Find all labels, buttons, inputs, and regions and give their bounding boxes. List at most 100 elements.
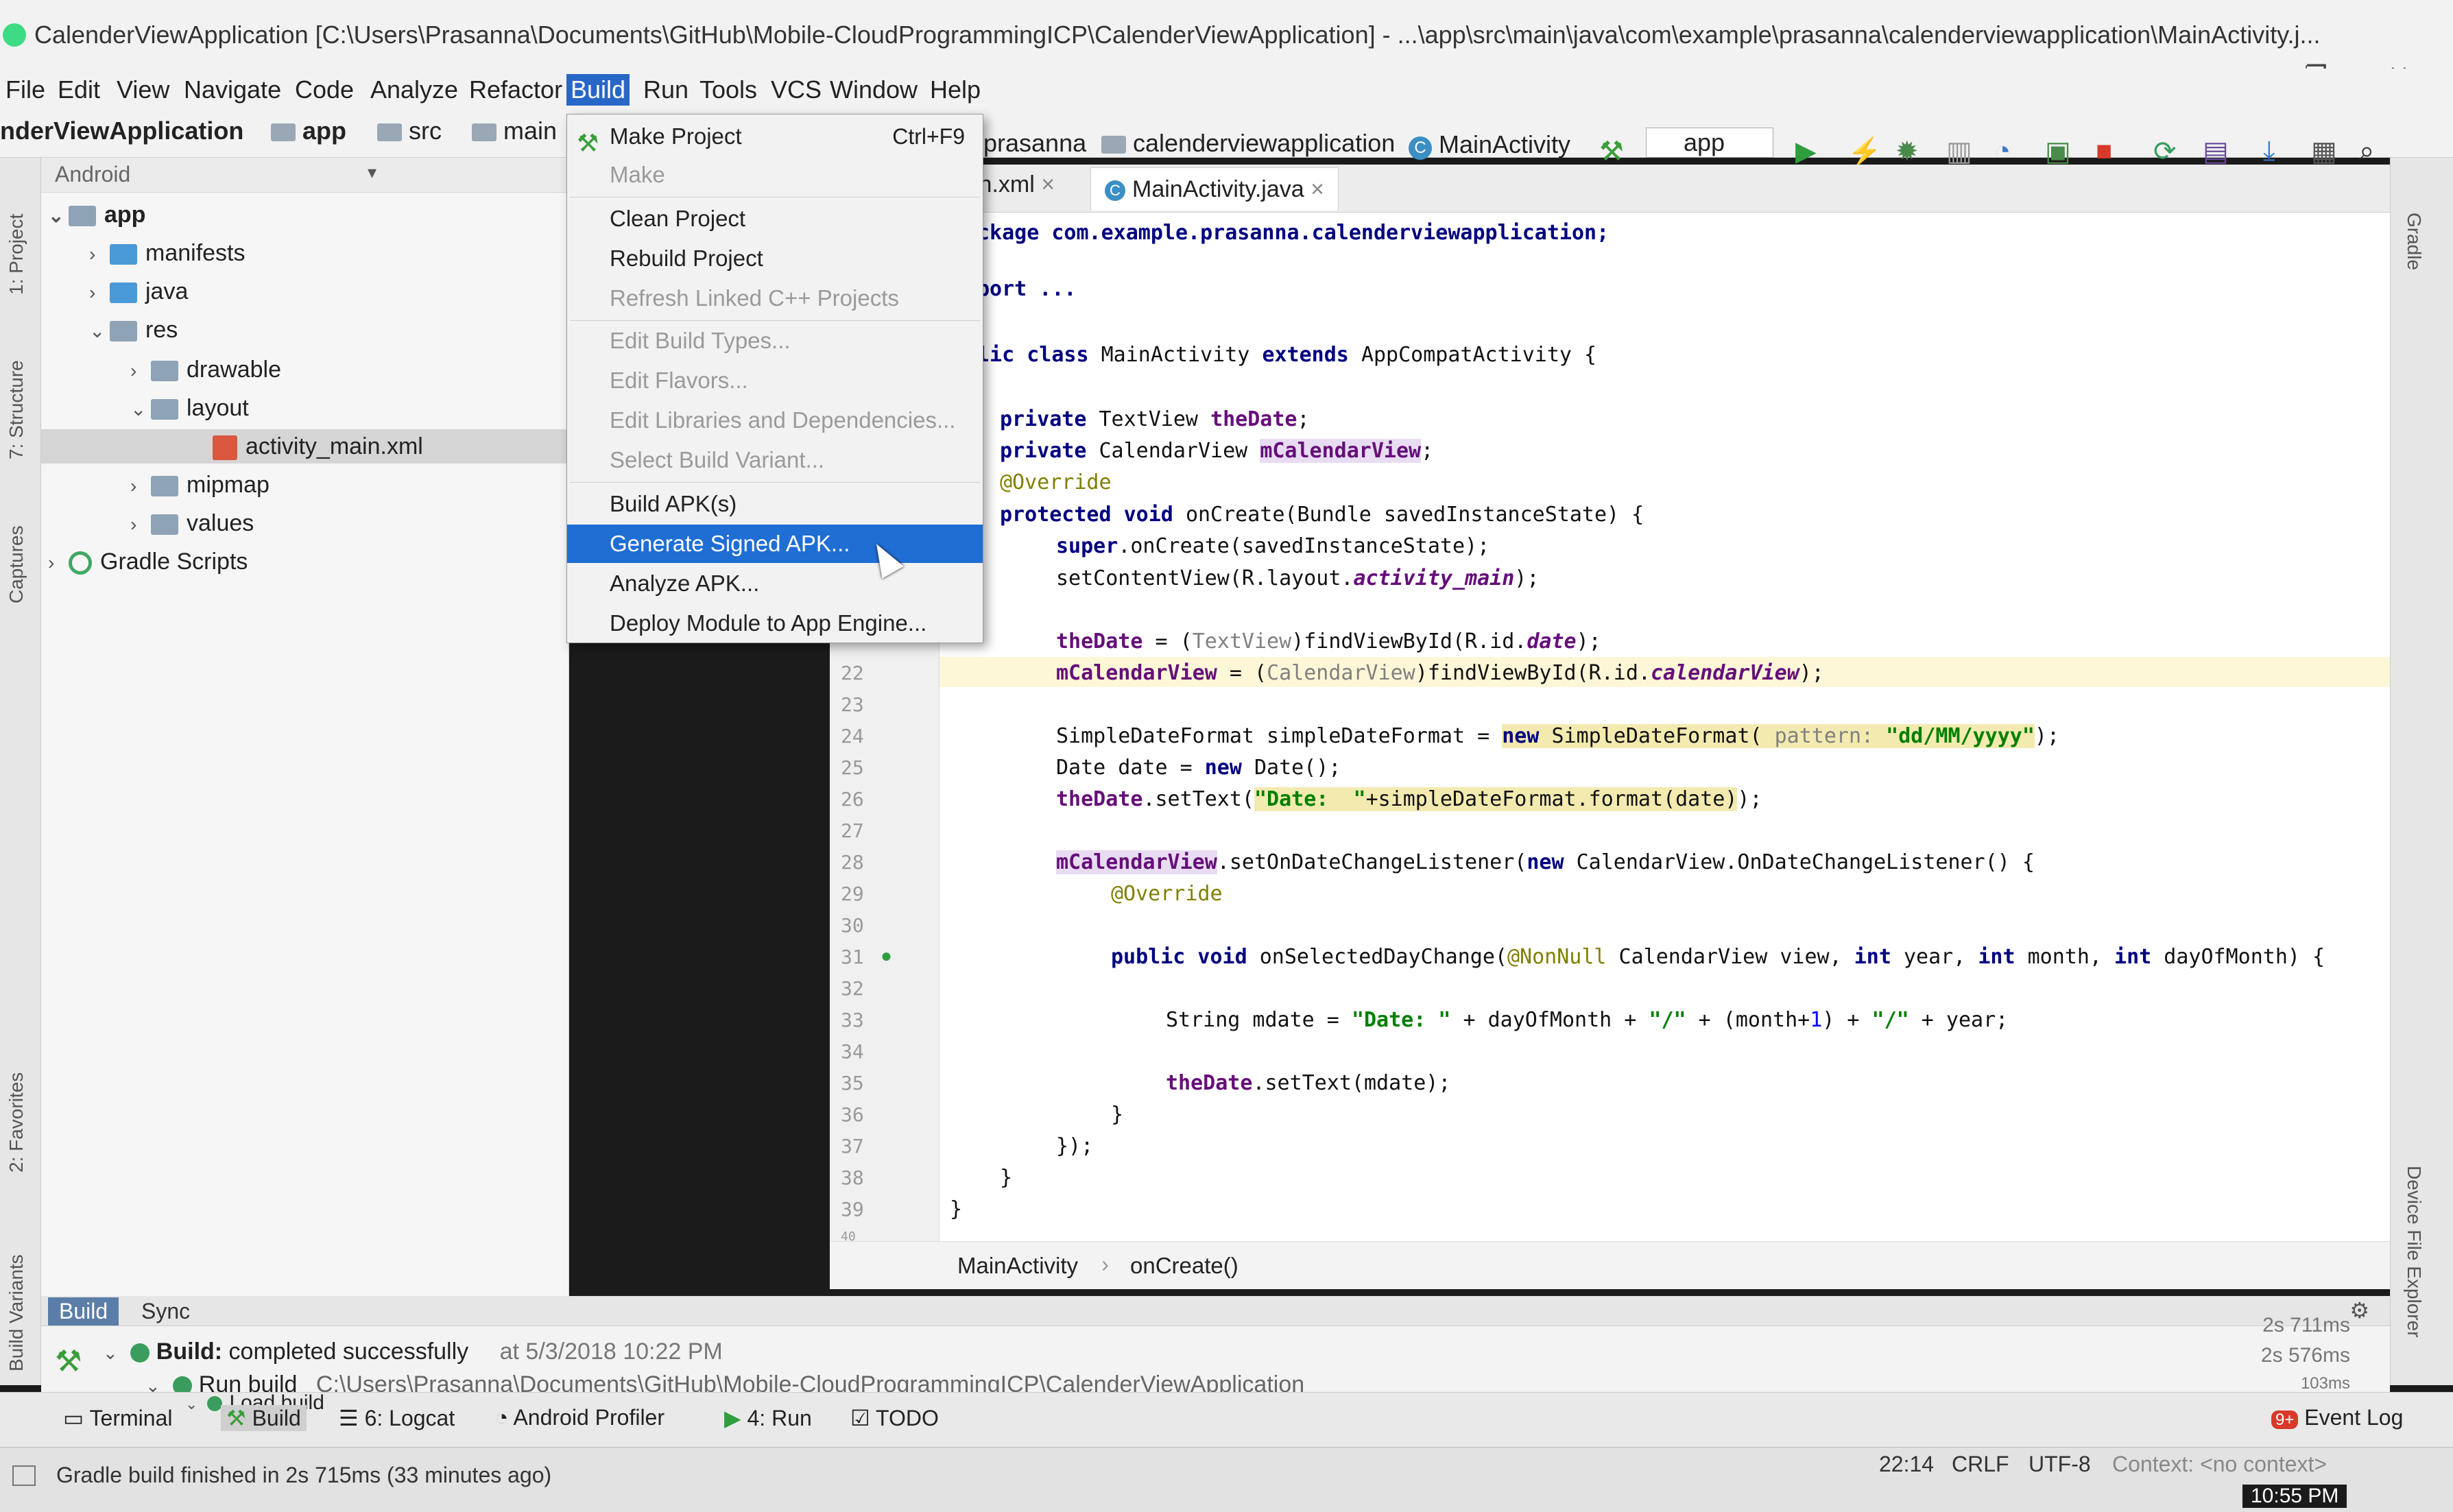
tab-favorites[interactable]: 2: Favorites [5, 1072, 27, 1173]
override-marker-icon[interactable]: ● [881, 945, 892, 967]
debug-icon[interactable]: ✹ [1895, 136, 1919, 167]
run-config-select[interactable]: app [1646, 128, 1774, 158]
menu-edit[interactable]: Edit [53, 74, 104, 106]
menu-item-deploy-module[interactable]: Deploy Module to App Engine... [567, 604, 983, 643]
nav-crumb-project[interactable]: nderViewApplication [0, 117, 243, 145]
breadcrumb-class[interactable]: MainActivity [957, 1253, 1078, 1279]
chevron-down-icon: ⌄ [48, 205, 64, 226]
stop-icon[interactable]: ■ [2096, 136, 2112, 167]
taskbar-clock: 10:55 PM [2242, 1485, 2347, 1508]
sync-icon[interactable]: ⟳ [2153, 136, 2177, 167]
tree-item-values[interactable]: › values [130, 506, 254, 540]
close-icon[interactable]: × [1311, 176, 1324, 202]
menu-help[interactable]: Help [926, 74, 985, 106]
menu-refactor[interactable]: Refactor [465, 74, 566, 106]
menu-code[interactable]: Code [291, 74, 358, 106]
apply-changes-icon[interactable]: ⚡ [1847, 136, 1882, 168]
build-status-row[interactable]: ⌄ Build: completed successfully at 5/3/20… [103, 1339, 723, 1365]
tree-item-res[interactable]: ⌄ res [89, 313, 178, 347]
nav-crumb-main[interactable]: main [472, 117, 557, 145]
terminal-icon: ▭ [63, 1406, 90, 1430]
coverage-icon[interactable]: ▥ [1946, 136, 1972, 167]
tool-todo[interactable]: ☑ TODO [850, 1405, 939, 1431]
tab-main-activity-java[interactable]: C MainActivity.java × [1090, 167, 1339, 211]
make-project-icon[interactable]: ⚒ [1599, 136, 1624, 167]
nav-crumb-class[interactable]: C MainActivity [1409, 130, 1570, 160]
menu-file[interactable]: File [1, 74, 49, 106]
project-structure-icon[interactable]: ▦ [2311, 136, 2337, 167]
tree-item-layout[interactable]: ⌄ layout [130, 391, 249, 425]
nav-crumb-src[interactable]: src [377, 117, 442, 145]
code-line: port ... [977, 277, 1077, 301]
menu-vcs[interactable]: VCS [767, 74, 826, 106]
menu-item-make-project[interactable]: ⚒ Make Project Ctrl+F9 [567, 117, 983, 157]
tab-captures[interactable]: Captures [5, 525, 27, 603]
tab-sync[interactable]: Sync [130, 1297, 201, 1325]
menu-item-edit-build-types[interactable]: Edit Build Types... [567, 322, 983, 360]
menu-view[interactable]: View [112, 74, 173, 106]
project-view-selector[interactable]: Android ▾ [41, 158, 569, 193]
tab-build-variants[interactable]: Build Variants [5, 1254, 27, 1371]
tool-run[interactable]: ▶ 4: Run [724, 1405, 812, 1431]
tool-android-profiler[interactable]: ◔ Android Profiler [495, 1405, 665, 1430]
line-separator[interactable]: CRLF [1952, 1452, 2009, 1477]
tab-project[interactable]: 1: Project [5, 214, 27, 295]
search-icon[interactable]: ⌕ [2359, 136, 2374, 167]
menu-window[interactable]: Window [826, 74, 922, 106]
line-number: 30 [841, 914, 864, 937]
tab-build[interactable]: Build [48, 1297, 119, 1325]
code-line: } [1000, 1166, 1013, 1190]
attach-debugger-icon[interactable]: ▣ [2045, 136, 2071, 167]
nav-crumb-package[interactable]: calenderviewapplication [1101, 129, 1395, 158]
menu-item-edit-libraries[interactable]: Edit Libraries and Dependencies... [567, 401, 983, 440]
menu-build[interactable]: Build [566, 74, 630, 106]
line-number: 25 [841, 756, 864, 779]
tab-structure[interactable]: 7: Structure [5, 360, 27, 459]
tree-item-drawable[interactable]: › drawable [130, 352, 281, 387]
code-line: theDate = (TextView)findViewById(R.id.da… [1056, 629, 1601, 653]
caret-position[interactable]: 22:14 [1879, 1452, 1934, 1477]
breadcrumb-method[interactable]: onCreate() [1130, 1253, 1239, 1279]
gear-icon[interactable]: ⚙ [2349, 1297, 2369, 1323]
folder-icon [151, 361, 178, 382]
menu-item-rebuild-project[interactable]: Rebuild Project [567, 239, 983, 278]
menu-item-edit-flavors[interactable]: Edit Flavors... [567, 361, 983, 400]
tree-item-app[interactable]: ⌄ app [48, 197, 145, 232]
sdk-manager-icon[interactable]: ⤓ [2263, 136, 2275, 167]
code-line: super.onCreate(savedInstanceState); [1056, 534, 1490, 558]
menu-item-analyze-apk[interactable]: Analyze APK... [567, 564, 983, 603]
menu-item-make[interactable]: Make [567, 156, 983, 194]
menu-navigate[interactable]: Navigate [180, 74, 285, 106]
menu-tools[interactable]: Tools [695, 74, 761, 106]
event-log-button[interactable]: 9+ Event Log [2271, 1405, 2403, 1430]
menu-analyze[interactable]: Analyze [366, 74, 462, 106]
profile-icon[interactable]: ◔ [1994, 136, 2011, 167]
avd-manager-icon[interactable]: ▤ [2203, 136, 2229, 167]
tab-device-file-explorer[interactable]: Device File Explorer [2403, 1166, 2425, 1338]
menu-item-clean-project[interactable]: Clean Project [567, 200, 983, 238]
tree-item-manifests[interactable]: › manifests [89, 236, 246, 270]
toggle-panels-icon[interactable] [12, 1465, 36, 1486]
menu-item-generate-signed-apk[interactable]: Generate Signed APK... [567, 525, 983, 563]
menu-run[interactable]: Run [639, 74, 693, 106]
line-number: 39 [841, 1198, 864, 1221]
tab-gradle[interactable]: Gradle [2403, 213, 2425, 270]
build-timing: 103ms [2300, 1374, 2350, 1393]
close-icon[interactable]: × [1041, 171, 1055, 197]
tool-logcat[interactable]: ☰ 6: Logcat [339, 1405, 455, 1431]
nav-crumb-app[interactable]: app [271, 117, 346, 145]
tab-activity-main-xml[interactable]: in.xml × [974, 171, 1055, 198]
tool-terminal[interactable]: ▭ Terminal [63, 1405, 172, 1431]
menu-item-build-apk[interactable]: Build APK(s) [567, 485, 983, 523]
menu-item-select-build-variant[interactable]: Select Build Variant... [567, 441, 983, 479]
tree-item-java[interactable]: › java [89, 274, 188, 309]
nav-crumb-prasanna[interactable]: prasanna [983, 129, 1086, 158]
file-encoding[interactable]: UTF-8 [2029, 1452, 2091, 1477]
tree-item-gradle-scripts[interactable]: › Gradle Scripts [48, 544, 248, 579]
tool-build[interactable]: ⚒ Build [221, 1405, 307, 1431]
run-icon[interactable]: ▶ [1795, 136, 1817, 167]
tree-item-mipmap[interactable]: › mipmap [130, 468, 270, 502]
status-message[interactable]: Gradle build finished in 2s 715ms (33 mi… [56, 1463, 551, 1488]
code-line: setContentView(R.layout.activity_main); [1056, 566, 1540, 590]
menu-item-refresh-cpp[interactable]: Refresh Linked C++ Projects [567, 279, 983, 317]
